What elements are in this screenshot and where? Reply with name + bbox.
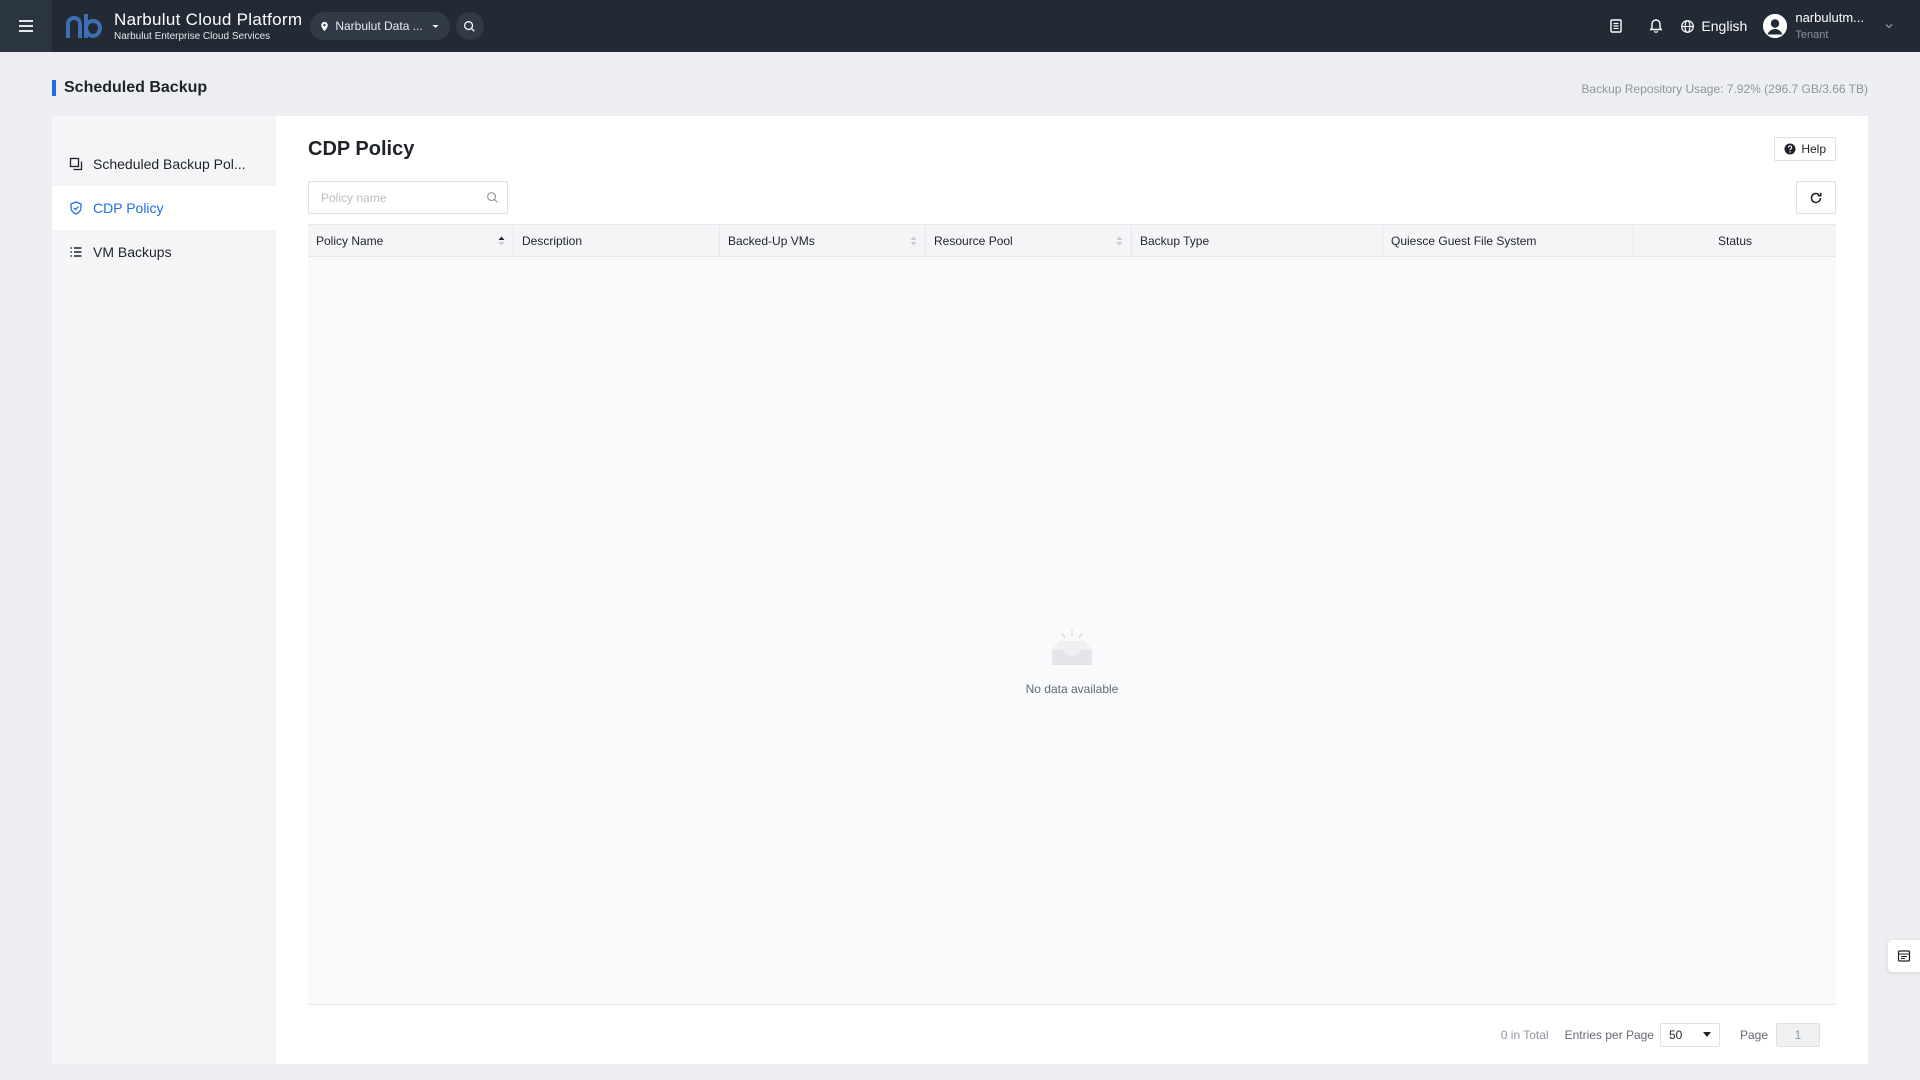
content-area: CDP Policy Help Policy Name Description	[308, 116, 1836, 1064]
region-label: Narbulut Data ...	[335, 19, 423, 33]
column-header-label: Policy Name	[316, 233, 384, 248]
empty-state: No data available	[308, 257, 1836, 1004]
column-header-policy-name[interactable]: Policy Name	[308, 225, 514, 256]
floating-panel-button[interactable]	[1888, 940, 1920, 972]
column-header-description: Description	[514, 225, 720, 256]
bell-icon	[1649, 19, 1663, 33]
main-panel: Scheduled Backup Pol... CDP Policy VM Ba…	[52, 116, 1868, 1064]
document-icon	[1610, 19, 1623, 33]
copy-icon	[69, 157, 83, 171]
column-header-resource-pool[interactable]: Resource Pool	[926, 225, 1132, 256]
refresh-icon	[1810, 192, 1822, 203]
search-icon	[464, 20, 475, 32]
empty-inbox-icon	[1052, 629, 1092, 665]
global-search-button[interactable]	[455, 12, 484, 40]
brand-subtitle: Narbulut Enterprise Cloud Services	[114, 30, 271, 42]
list-icon	[70, 247, 82, 257]
page-label: Page	[1739, 1027, 1768, 1042]
narbulut-logo[interactable]	[66, 12, 104, 40]
total-count: 0 in Total	[1500, 1027, 1549, 1042]
page-title: Scheduled Backup	[64, 79, 208, 96]
sidebar-item-label: VM Backups	[93, 244, 172, 260]
column-header-label: Resource Pool	[934, 233, 1013, 248]
cdp-policy-table: Policy Name Description Backed-Up VMs Re…	[308, 224, 1836, 1004]
entries-per-page-label: Entries per Page	[1564, 1027, 1654, 1042]
sort-icon[interactable]	[1116, 236, 1123, 246]
search-icon[interactable]	[486, 191, 499, 204]
entries-per-page-select[interactable]: 50	[1659, 1022, 1720, 1047]
brand-title: Narbulut Cloud Platform	[114, 9, 303, 29]
sidebar-item-vm-backups[interactable]: VM Backups	[52, 230, 276, 274]
sidebar-item-label: Scheduled Backup Pol...	[93, 156, 246, 172]
sidebar-item-cdp-policy[interactable]: CDP Policy	[52, 186, 276, 230]
notifications-button[interactable]	[1636, 6, 1676, 46]
column-header-label: Backup Type	[1140, 233, 1210, 248]
avatar	[1763, 14, 1788, 38]
globe-icon	[1681, 19, 1695, 33]
page-header: Scheduled Backup	[52, 79, 208, 96]
sidebar-item-label: CDP Policy	[93, 200, 164, 216]
user-menu[interactable]: narbulutm... Tenant	[1763, 10, 1894, 42]
policy-search-input[interactable]	[321, 190, 486, 205]
side-navigation: Scheduled Backup Pol... CDP Policy VM Ba…	[52, 116, 276, 1064]
column-header-label: Status	[1717, 233, 1753, 248]
user-name: narbulutm...	[1795, 10, 1864, 25]
user-icon	[1763, 14, 1788, 38]
top-right-tools: English narbulutm... Tenant	[1596, 0, 1920, 52]
repository-usage: Backup Repository Usage: 7.92% (296.7 GB…	[1581, 82, 1868, 96]
column-header-label: Backed-Up VMs	[728, 233, 815, 248]
entries-per-page-value: 50	[1668, 1027, 1683, 1042]
caret-down-icon	[1702, 1032, 1711, 1037]
column-header-label: Description	[522, 233, 583, 248]
page-number-input[interactable]	[1776, 1022, 1820, 1047]
content-title: CDP Policy	[308, 138, 415, 160]
column-header-backed-up-vms[interactable]: Backed-Up VMs	[720, 225, 926, 256]
help-label: Help	[1801, 142, 1826, 156]
sort-ascending-icon[interactable]	[498, 236, 505, 246]
question-circle-icon	[1784, 143, 1796, 155]
column-header-backup-type: Backup Type	[1132, 225, 1383, 256]
shield-icon	[70, 201, 82, 215]
empty-state-text: No data available	[1025, 681, 1119, 696]
chevron-down-icon	[1885, 24, 1893, 29]
menu-button[interactable]	[0, 0, 52, 52]
refresh-button[interactable]	[1796, 181, 1836, 214]
panel-icon	[1897, 950, 1911, 962]
table-header: Policy Name Description Backed-Up VMs Re…	[308, 224, 1836, 257]
location-pin-icon	[321, 21, 329, 31]
brand: Narbulut Cloud Platform Narbulut Enterpr…	[114, 10, 302, 43]
menu-icon	[19, 20, 33, 32]
language-label: English	[1701, 18, 1748, 34]
column-header-label: Quiesce Guest File System	[1391, 233, 1537, 248]
help-button[interactable]: Help	[1774, 137, 1836, 161]
sidebar-item-scheduled-backup-policy[interactable]: Scheduled Backup Pol...	[52, 142, 276, 186]
region-selector[interactable]: Narbulut Data ...	[310, 12, 450, 40]
language-selector[interactable]: English	[1680, 18, 1747, 34]
column-header-status: Status	[1634, 225, 1836, 256]
pagination: 0 in Total Entries per Page 50 Page	[308, 1004, 1836, 1064]
user-role: Tenant	[1795, 29, 1829, 41]
top-bar: Narbulut Cloud Platform Narbulut Enterpr…	[0, 0, 1920, 52]
sort-icon[interactable]	[910, 236, 917, 246]
policy-search-box[interactable]	[308, 181, 508, 214]
caret-down-icon	[432, 24, 439, 28]
documents-button[interactable]	[1596, 6, 1636, 46]
title-accent-bar	[52, 80, 56, 96]
column-header-quiesce-guest-file-system: Quiesce Guest File System	[1383, 225, 1634, 256]
